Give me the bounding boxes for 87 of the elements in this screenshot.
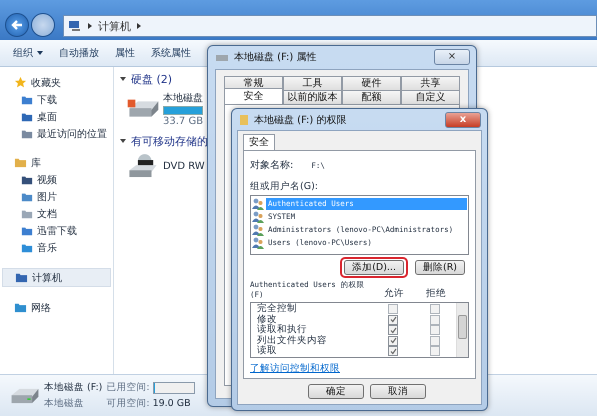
dialog-button[interactable]: 取消 xyxy=(370,384,426,399)
permission-name: 读取 xyxy=(257,346,277,356)
folder-icon xyxy=(21,94,33,106)
free-space-value: 19.0 GB xyxy=(152,398,191,409)
allow-checkbox[interactable] xyxy=(388,325,398,336)
folder-icon xyxy=(21,190,33,202)
users-icon xyxy=(252,224,264,236)
tab[interactable]: 安全 xyxy=(224,88,283,104)
folder-icon xyxy=(21,110,33,122)
users-icon xyxy=(252,237,264,249)
drive-name: 本地磁盘 (F:) xyxy=(44,381,102,394)
allow-checkbox[interactable] xyxy=(388,314,398,325)
folder-icon xyxy=(21,208,33,220)
allow-checkbox[interactable] xyxy=(388,336,398,346)
arrow-icon xyxy=(10,18,24,32)
star-icon xyxy=(14,76,27,89)
sidebar-item[interactable]: 最近访问的位置 xyxy=(2,125,113,142)
tab[interactable]: 以前的版本 xyxy=(283,90,342,104)
drive-type: 本地磁盘 xyxy=(44,397,85,410)
permission-name: 列出文件夹内容 xyxy=(257,336,328,346)
usage-bar xyxy=(152,382,195,394)
dialog-button[interactable]: 添加(D)... xyxy=(344,260,404,275)
toolbar-button[interactable]: 系统属性 xyxy=(144,44,198,62)
deny-checkbox[interactable] xyxy=(430,314,440,325)
allow-checkbox[interactable] xyxy=(388,304,398,314)
folder-icon xyxy=(14,301,27,314)
back-button[interactable] xyxy=(5,13,29,37)
folder-icon xyxy=(21,242,33,254)
deny-checkbox[interactable] xyxy=(430,346,440,356)
sidebar-item[interactable]: 下载 xyxy=(2,91,113,108)
tab[interactable]: 配额 xyxy=(342,90,401,104)
sidebar-item[interactable]: 网络 xyxy=(2,299,113,316)
users-icon xyxy=(252,198,264,210)
folder-icon xyxy=(21,174,33,186)
column-header: 允许 xyxy=(383,287,405,300)
help-link[interactable]: 了解访问控制和权限 xyxy=(250,362,340,375)
used-space-label: 已用空间: xyxy=(106,381,150,394)
column-header: 拒绝 xyxy=(425,287,447,300)
free-space-label: 可用空间: xyxy=(106,397,150,410)
tab[interactable]: 共享 xyxy=(401,76,460,90)
tab[interactable]: 自定义 xyxy=(401,90,460,104)
sidebar-item[interactable]: 文档 xyxy=(2,205,113,222)
folder-icon xyxy=(15,271,28,284)
allow-checkbox[interactable] xyxy=(388,346,398,356)
breadcrumb[interactable]: 计算机 xyxy=(98,18,131,34)
dialog-button[interactable]: 确定 xyxy=(308,384,364,399)
drive-space: 33.7 GB xyxy=(163,116,204,127)
sidebar-item[interactable]: 图片 xyxy=(2,188,113,205)
dialog-button[interactable]: 删除(R) xyxy=(414,260,465,275)
computer-icon xyxy=(68,20,82,32)
folder-icon xyxy=(239,114,249,126)
folder-icon xyxy=(21,128,33,140)
dialog-title: 本地磁盘 (F:) 的权限 xyxy=(254,114,347,126)
scrollbar[interactable] xyxy=(456,303,468,357)
deny-checkbox[interactable] xyxy=(430,336,440,346)
tab[interactable]: 安全 xyxy=(243,134,275,150)
usage-bar xyxy=(163,106,203,115)
sidebar-item[interactable]: 收藏夹 xyxy=(2,74,113,91)
object-name-label: 对象名称: xyxy=(250,158,294,172)
toolbar-button[interactable]: 组织 xyxy=(6,44,50,62)
sidebar-item[interactable]: 桌面 xyxy=(2,108,113,125)
deny-checkbox[interactable] xyxy=(430,325,440,336)
tab[interactable]: 硬件 xyxy=(342,76,401,90)
group-label: 组或用户名(G): xyxy=(250,180,319,193)
forward-button[interactable] xyxy=(31,13,55,37)
drive-name[interactable]: DVD RW xyxy=(163,160,205,172)
sidebar-item[interactable]: 音乐 xyxy=(2,239,113,256)
sidebar-item[interactable]: 迅雷下载 xyxy=(2,222,113,239)
permission-name: 完全控制 xyxy=(257,304,298,314)
toolbar-button[interactable]: 自动播放 xyxy=(52,44,106,62)
deny-checkbox[interactable] xyxy=(430,304,440,314)
toolbar-button[interactable]: 属性 xyxy=(108,44,142,62)
close-button[interactable]: ⨯ xyxy=(434,48,470,64)
sidebar-item[interactable]: 视频 xyxy=(2,171,113,188)
section-heading: 硬盘 (2) xyxy=(131,72,172,86)
section-heading: 有可移动存储的 xyxy=(131,134,208,148)
permission-name: 修改 xyxy=(257,314,277,324)
folder-icon xyxy=(14,156,27,169)
folder-icon xyxy=(21,224,33,236)
dialog-title: 本地磁盘 (F:) 属性 xyxy=(234,50,317,64)
permission-name: 读取和执行 xyxy=(257,325,308,335)
sidebar-item[interactable]: 库 xyxy=(2,154,113,171)
address-field[interactable]: 计算机 xyxy=(63,15,597,37)
tab[interactable]: 工具 xyxy=(283,76,342,90)
sidebar-item[interactable]: 计算机 xyxy=(2,268,111,287)
drive-name[interactable]: 本地磁盘 xyxy=(163,91,204,105)
users-icon xyxy=(252,211,264,223)
